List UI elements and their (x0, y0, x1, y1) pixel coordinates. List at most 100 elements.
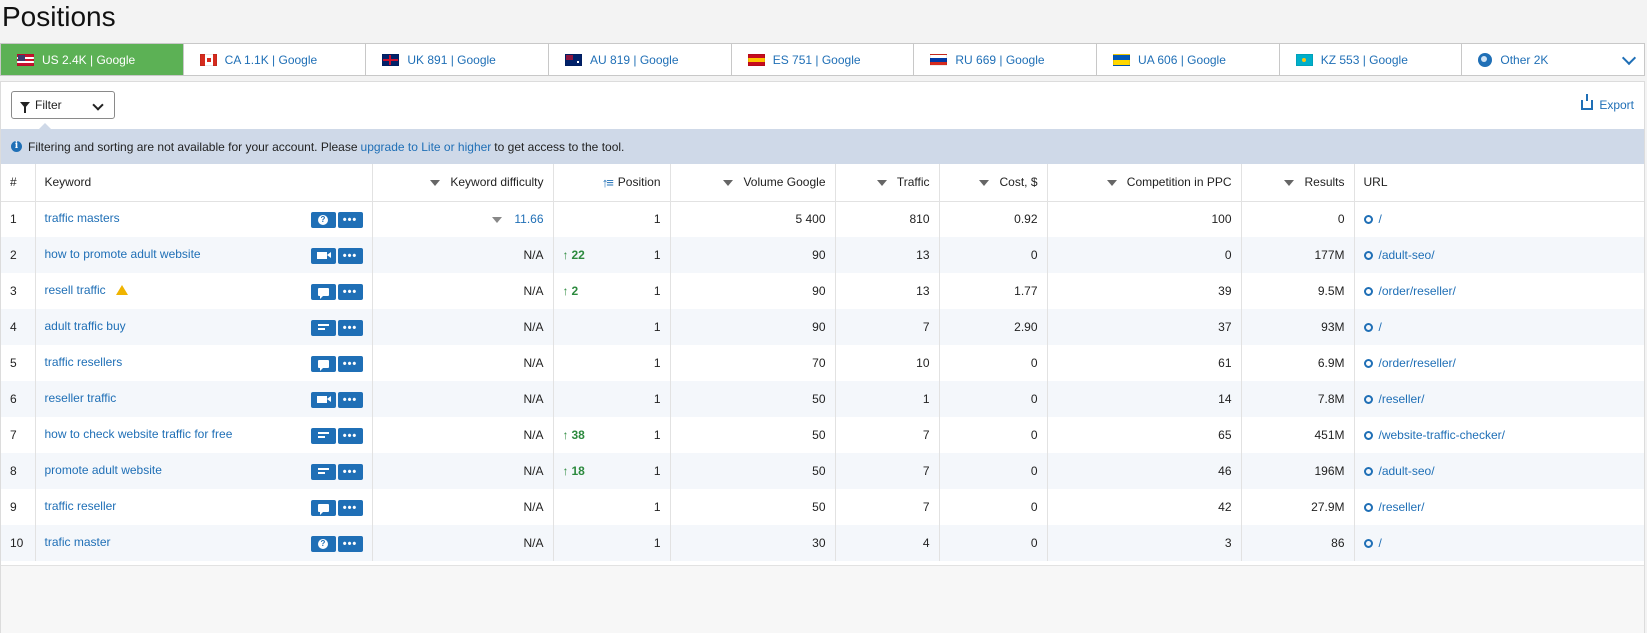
traffic-cell: 13 (835, 273, 940, 309)
kz-flag-icon (1295, 53, 1313, 66)
chevron-down-icon[interactable] (1621, 50, 1637, 66)
keyword-link[interactable]: adult traffic buy (45, 319, 126, 333)
col-position[interactable]: ↑≡ Position (553, 164, 671, 202)
more-button[interactable]: ••• (337, 355, 363, 372)
export-button[interactable]: Export (1581, 94, 1634, 112)
tab-other[interactable]: Other 2K (1462, 44, 1644, 75)
tab-uk[interactable]: UK 891 | Google (366, 44, 550, 75)
url-link[interactable]: /adult-seo/ (1379, 464, 1435, 478)
chat-icon (317, 287, 329, 299)
url-link[interactable]: /website-traffic-checker/ (1379, 428, 1506, 442)
external-link-icon[interactable] (1363, 323, 1373, 332)
tab-us[interactable]: US 2.4K | Google (1, 44, 184, 75)
ca-flag-icon (199, 53, 217, 66)
external-link-icon[interactable] (1363, 539, 1373, 548)
expand-icon[interactable] (492, 217, 503, 224)
more-button[interactable]: ••• (337, 463, 363, 480)
serp-feature-button[interactable] (310, 355, 336, 372)
more-button[interactable]: ••• (337, 499, 363, 516)
traffic-cell: 13 (835, 237, 940, 273)
tab-ua[interactable]: UA 606 | Google (1097, 44, 1280, 75)
url-link[interactable]: / (1379, 536, 1382, 550)
tab-label: AU 819 | Google (590, 52, 679, 67)
serp-feature-button[interactable] (310, 283, 336, 300)
serp-feature-button[interactable] (310, 463, 336, 480)
row-number: 4 (1, 309, 36, 345)
kd-cell: N/A (372, 345, 554, 381)
more-button[interactable]: ••• (337, 319, 363, 336)
keyword-link[interactable]: reseller traffic (45, 391, 117, 405)
tab-kz[interactable]: KZ 553 | Google (1280, 44, 1463, 75)
serp-feature-button[interactable]: ? (310, 535, 336, 552)
keyword-link[interactable]: traffic resellers (45, 355, 123, 369)
more-icon: ••• (342, 357, 358, 370)
external-link-icon[interactable] (1363, 287, 1373, 296)
external-link-icon[interactable] (1363, 251, 1373, 260)
volume-cell: 90 (670, 237, 836, 273)
external-link-icon[interactable] (1363, 215, 1373, 225)
keywords-table: # Keyword Keyword difficulty ↑≡ Position … (1, 164, 1644, 561)
serp-feature-button[interactable] (310, 499, 336, 516)
kd-value: N/A (523, 536, 544, 550)
tab-label: RU 669 | Google (955, 52, 1045, 67)
more-button[interactable]: ••• (337, 247, 363, 264)
url-link[interactable]: /order/reseller/ (1379, 284, 1456, 298)
sort-icon (876, 180, 887, 187)
external-link-icon[interactable] (1363, 467, 1373, 476)
more-button[interactable]: ••• (337, 211, 363, 228)
col-kd[interactable]: Keyword difficulty (372, 164, 554, 202)
upgrade-link[interactable]: upgrade to Lite or higher (361, 140, 492, 154)
chevron-down-icon (92, 99, 104, 111)
keyword-link[interactable]: resell traffic (45, 283, 106, 297)
url-link[interactable]: /reseller/ (1379, 500, 1425, 514)
keyword-link[interactable]: how to check website traffic for free (45, 427, 233, 441)
more-button[interactable]: ••• (337, 427, 363, 444)
keyword-link[interactable]: promote adult website (45, 463, 162, 477)
tab-au[interactable]: AU 819 | Google (549, 44, 732, 75)
tab-ca[interactable]: CA 1.1K | Google (184, 44, 367, 75)
notice-text-end: to get access to the tool. (494, 139, 625, 154)
serp-feature-button[interactable] (310, 319, 336, 336)
keyword-link[interactable]: how to promote adult website (45, 247, 201, 261)
col-cost[interactable]: Cost, $ (939, 164, 1048, 202)
more-icon: ••• (342, 321, 358, 334)
kd-cell: N/A (372, 381, 554, 417)
serp-feature-button[interactable]: ? (310, 211, 336, 228)
col-volume[interactable]: Volume Google (670, 164, 836, 202)
keyword-link[interactable]: traffic reseller (45, 499, 117, 513)
more-icon: ••• (342, 465, 358, 478)
url-link[interactable]: / (1379, 320, 1382, 334)
tab-es[interactable]: ES 751 | Google (732, 44, 915, 75)
more-button[interactable]: ••• (337, 283, 363, 300)
more-button[interactable]: ••• (337, 535, 363, 552)
col-results[interactable]: Results (1241, 164, 1355, 202)
keyword-link[interactable]: traffic masters (45, 211, 120, 225)
url-link[interactable]: /order/reseller/ (1379, 356, 1456, 370)
tab-ru[interactable]: RU 669 | Google (914, 44, 1098, 75)
url-cell: / (1354, 309, 1644, 345)
external-link-icon[interactable] (1363, 503, 1373, 512)
keyword-cell: adult traffic buy ••• (35, 309, 373, 345)
row-number: 9 (1, 489, 36, 525)
col-traffic[interactable]: Traffic (835, 164, 940, 202)
more-icon: ••• (342, 249, 358, 262)
change-value: 38 (571, 428, 585, 442)
more-button[interactable]: ••• (337, 391, 363, 408)
serp-feature-button[interactable] (310, 427, 336, 444)
volume-cell: 5 400 (670, 201, 836, 237)
col-competition[interactable]: Competition in PPC (1047, 164, 1242, 202)
url-link[interactable]: / (1379, 212, 1382, 226)
serp-feature-button[interactable] (310, 391, 336, 408)
results-cell: 93M (1241, 309, 1355, 345)
external-link-icon[interactable] (1363, 359, 1373, 368)
kd-value[interactable]: 11.66 (514, 212, 543, 226)
info-icon: i (11, 141, 22, 152)
cost-cell: 0 (939, 417, 1048, 453)
keyword-link[interactable]: trafic master (45, 535, 111, 549)
url-link[interactable]: /adult-seo/ (1379, 248, 1435, 262)
filter-button[interactable]: Filter (11, 91, 115, 119)
url-link[interactable]: /reseller/ (1379, 392, 1425, 406)
external-link-icon[interactable] (1363, 431, 1373, 440)
serp-feature-button[interactable] (310, 247, 336, 264)
external-link-icon[interactable] (1363, 395, 1373, 404)
